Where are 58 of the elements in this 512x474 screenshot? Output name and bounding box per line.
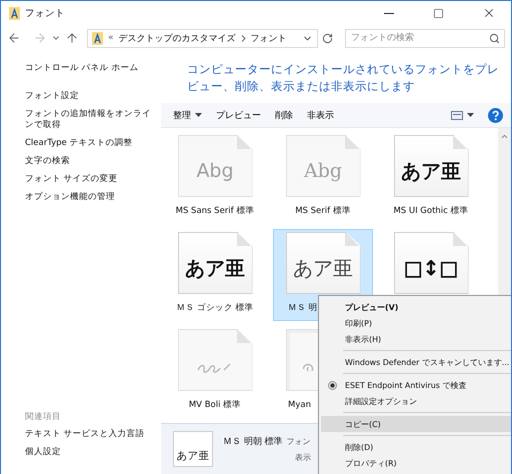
font-file-icon[interactable]: あア亜	[286, 232, 360, 294]
caret-icon	[467, 113, 474, 117]
font-state: 表示	[295, 452, 311, 463]
font-sample: あア亜	[176, 449, 210, 463]
sidebar-link[interactable]: 個人設定	[25, 447, 157, 458]
organize-button[interactable]: 整理	[173, 108, 202, 122]
sidebar-link[interactable]: オプション機能の管理	[25, 192, 157, 203]
address-bar[interactable]: « デスクトップのカスタマイズ フォント	[87, 28, 318, 48]
view-button[interactable]	[451, 110, 474, 120]
font-folder-icon	[9, 6, 20, 20]
font-sample: □↕□	[404, 256, 458, 280]
font-name: MS Serif 標準	[294, 206, 352, 217]
font-file-icon[interactable]: あア亜	[394, 135, 468, 197]
font-file-icon[interactable]: □↕□	[394, 232, 468, 294]
back-button[interactable]	[7, 31, 21, 45]
font-file-icon[interactable]: あア亜	[178, 232, 252, 294]
font-name: MS UI Gothic 標準	[392, 206, 470, 217]
search-field[interactable]: フォントの検索	[345, 28, 505, 48]
caret-icon	[195, 113, 202, 117]
sidebar-link[interactable]: フォント設定	[25, 91, 157, 102]
search-icon	[489, 32, 500, 44]
sidebar-link[interactable]: テキスト サービスと入力言語	[25, 429, 157, 440]
sidebar-link[interactable]: 文字の検索	[25, 156, 157, 167]
maximize-icon	[433, 8, 444, 18]
chevron-right-icon	[240, 34, 246, 42]
font-sample: あア亜	[185, 254, 245, 282]
font-name: MS Sans Serif 標準	[174, 206, 256, 217]
help-icon[interactable]	[488, 108, 503, 122]
font-sample: あア亜	[293, 254, 353, 282]
overflow-chevron[interactable]: «	[108, 33, 114, 43]
font-name: ＭＳ 明	[288, 303, 318, 314]
refresh-button[interactable]	[322, 32, 333, 44]
font-sample: Abg	[304, 160, 342, 182]
related-heading: 関連項目	[25, 411, 62, 423]
font-name: Myan	[288, 400, 311, 411]
font-name: ＭＳ ゴシック 標準	[175, 303, 255, 314]
font-sample: あア亜	[401, 158, 461, 184]
script-glyph-icon	[300, 361, 314, 371]
sidebar-link[interactable]: コントロール パネル ホーム	[25, 63, 157, 74]
radio-dot-icon	[328, 381, 337, 390]
page-heading: コンピューターにインストールされているフォントをプレビュー、削除、表示または非表示にします	[186, 61, 500, 95]
up-button[interactable]	[65, 31, 79, 45]
minimize-icon	[384, 12, 394, 14]
font-name: ＭＳ 明朝 標準	[223, 436, 283, 448]
font-sample: Abg	[196, 160, 234, 182]
toolbar-button[interactable]: プレビュー	[216, 108, 261, 122]
breadcrumb[interactable]: フォント	[250, 32, 287, 44]
toolbar-button[interactable]: 削除	[275, 108, 293, 122]
font-folder-icon	[92, 32, 103, 44]
toolbar-button[interactable]: 非表示	[307, 108, 334, 122]
sidebar-link[interactable]: フォント サイズの変更	[25, 174, 157, 185]
font-name: MV Boli 標準	[188, 400, 242, 411]
sidebar-link[interactable]: フォントの追加情報をオンラインで取得	[25, 109, 157, 131]
scroll-up-icon[interactable]	[500, 132, 509, 141]
font-type: フォン	[286, 436, 311, 447]
breadcrumb[interactable]: デスクトップのカスタマイズ	[118, 32, 236, 44]
sidebar-link[interactable]: ClearType テキストの調整	[25, 138, 157, 149]
window-title: フォント	[25, 6, 66, 20]
